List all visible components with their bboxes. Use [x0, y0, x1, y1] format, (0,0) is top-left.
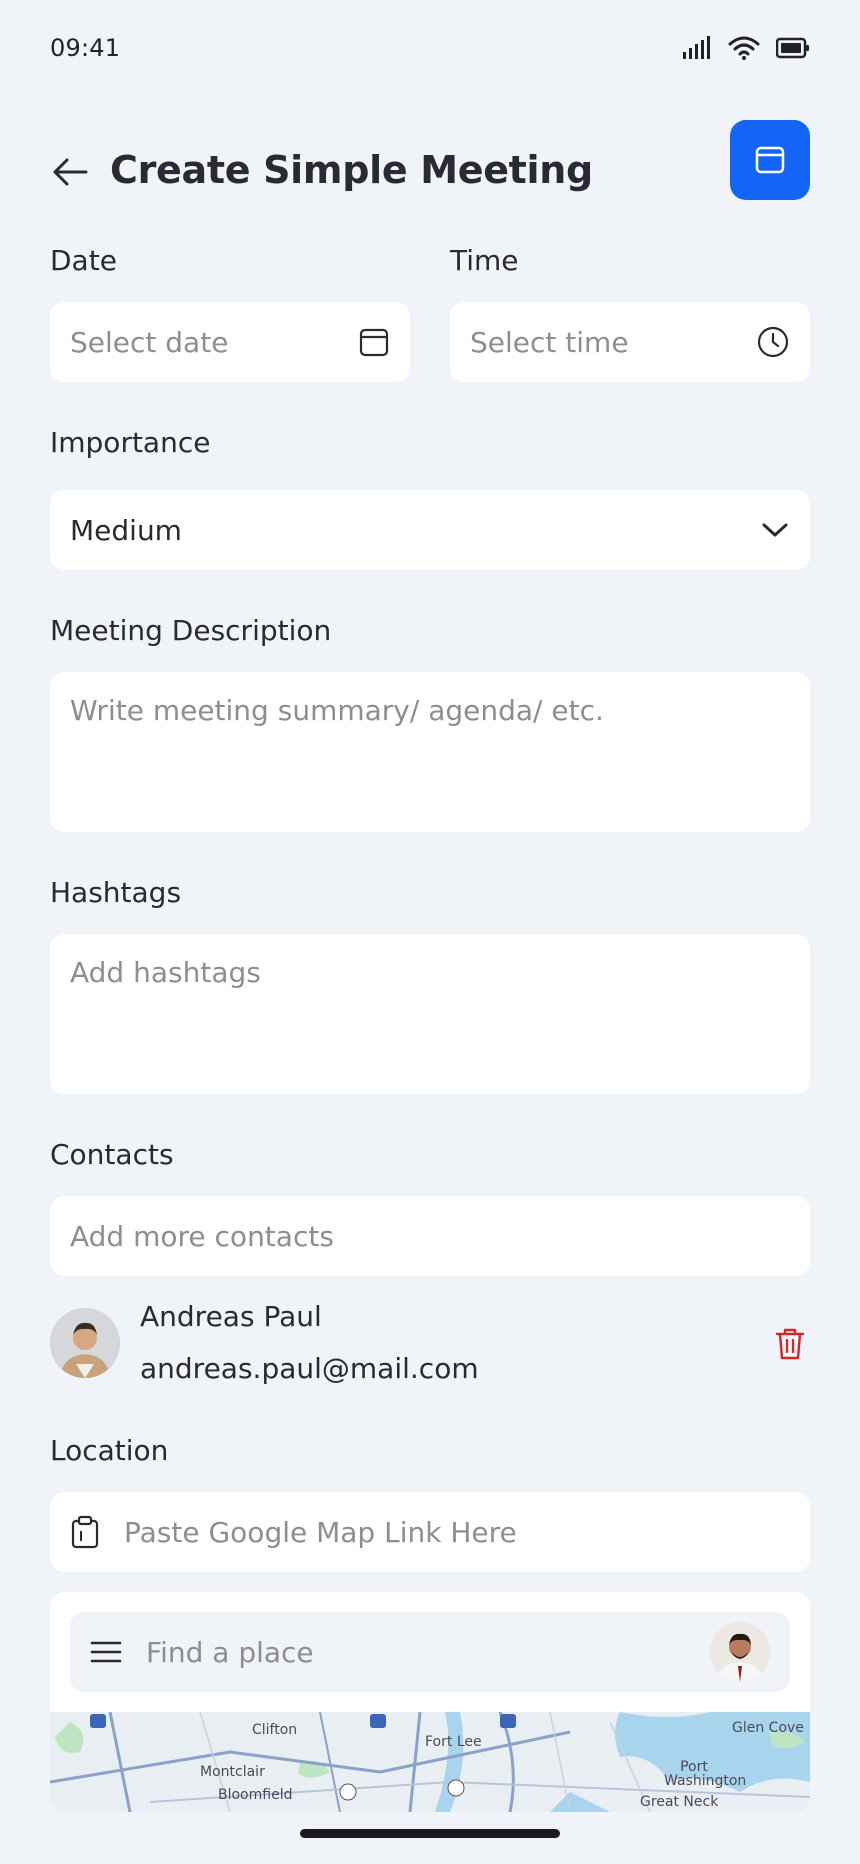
add-contacts-placeholder: Add more contacts	[70, 1219, 334, 1253]
description-placeholder: Write meeting summary/ agenda/ etc.	[70, 694, 604, 727]
map-user-avatar[interactable]	[710, 1622, 770, 1682]
contact-email: andreas.paul@mail.com	[140, 1352, 479, 1385]
hashtags-placeholder: Add hashtags	[70, 956, 261, 989]
importance-value: Medium	[70, 513, 182, 547]
trash-icon	[775, 1328, 805, 1360]
description-textarea[interactable]: Write meeting summary/ agenda/ etc.	[50, 672, 810, 832]
map-label-great-neck: Great Neck	[640, 1794, 719, 1810]
date-label: Date	[50, 244, 117, 277]
map-label-fort-lee: Fort Lee	[425, 1734, 482, 1750]
map-label-clifton: Clifton	[252, 1722, 298, 1738]
map-search-bar[interactable]: Find a place	[70, 1612, 790, 1692]
importance-label: Importance	[50, 426, 211, 459]
contacts-label: Contacts	[50, 1138, 174, 1171]
back-button[interactable]	[48, 152, 92, 192]
map-label-glen-cove: Glen Cove	[732, 1720, 804, 1736]
page-title: Create Simple Meeting	[110, 148, 593, 192]
location-label: Location	[50, 1434, 169, 1467]
date-placeholder: Select date	[70, 325, 229, 359]
map-link-input[interactable]: Paste Google Map Link Here	[50, 1492, 810, 1572]
clock-icon	[756, 325, 790, 359]
signal-icon	[683, 36, 710, 59]
hamburger-icon[interactable]	[90, 1640, 122, 1664]
hashtags-textarea[interactable]: Add hashtags	[50, 934, 810, 1094]
contact-name: Andreas Paul	[140, 1300, 322, 1333]
avatar	[50, 1308, 120, 1378]
window-icon	[755, 146, 785, 174]
status-icons	[682, 36, 810, 60]
map-link-placeholder: Paste Google Map Link Here	[124, 1515, 517, 1549]
delete-contact-button[interactable]	[770, 1324, 810, 1364]
clipboard-icon	[70, 1515, 100, 1549]
hashtags-label: Hashtags	[50, 876, 182, 909]
map-view[interactable]: Clifton Fort Lee Glen Cove Montclair Por…	[50, 1712, 810, 1812]
map-label-montclair: Montclair	[200, 1764, 265, 1780]
map-search-placeholder: Find a place	[146, 1635, 314, 1669]
description-label: Meeting Description	[50, 614, 332, 647]
arrow-left-icon	[53, 158, 88, 186]
calendar-icon	[358, 326, 390, 358]
wifi-icon	[728, 36, 760, 60]
map-card: Find a place Clifton Fort Lee Glen Cove …	[50, 1592, 810, 1812]
battery-icon	[776, 37, 809, 59]
map-label-port-washington: Port Washington	[664, 1759, 747, 1789]
date-field[interactable]: Select date	[50, 302, 410, 382]
map-label-bloomfield: Bloomfield	[218, 1787, 293, 1803]
time-field[interactable]: Select time	[450, 302, 810, 382]
add-contacts-input[interactable]: Add more contacts	[50, 1196, 810, 1276]
header-action-button[interactable]	[730, 120, 810, 200]
chevron-down-icon	[760, 520, 790, 540]
status-time: 09:41	[50, 34, 121, 62]
time-label: Time	[450, 244, 519, 277]
time-placeholder: Select time	[470, 325, 629, 359]
home-indicator	[300, 1829, 560, 1838]
importance-select[interactable]: Medium	[50, 490, 810, 570]
